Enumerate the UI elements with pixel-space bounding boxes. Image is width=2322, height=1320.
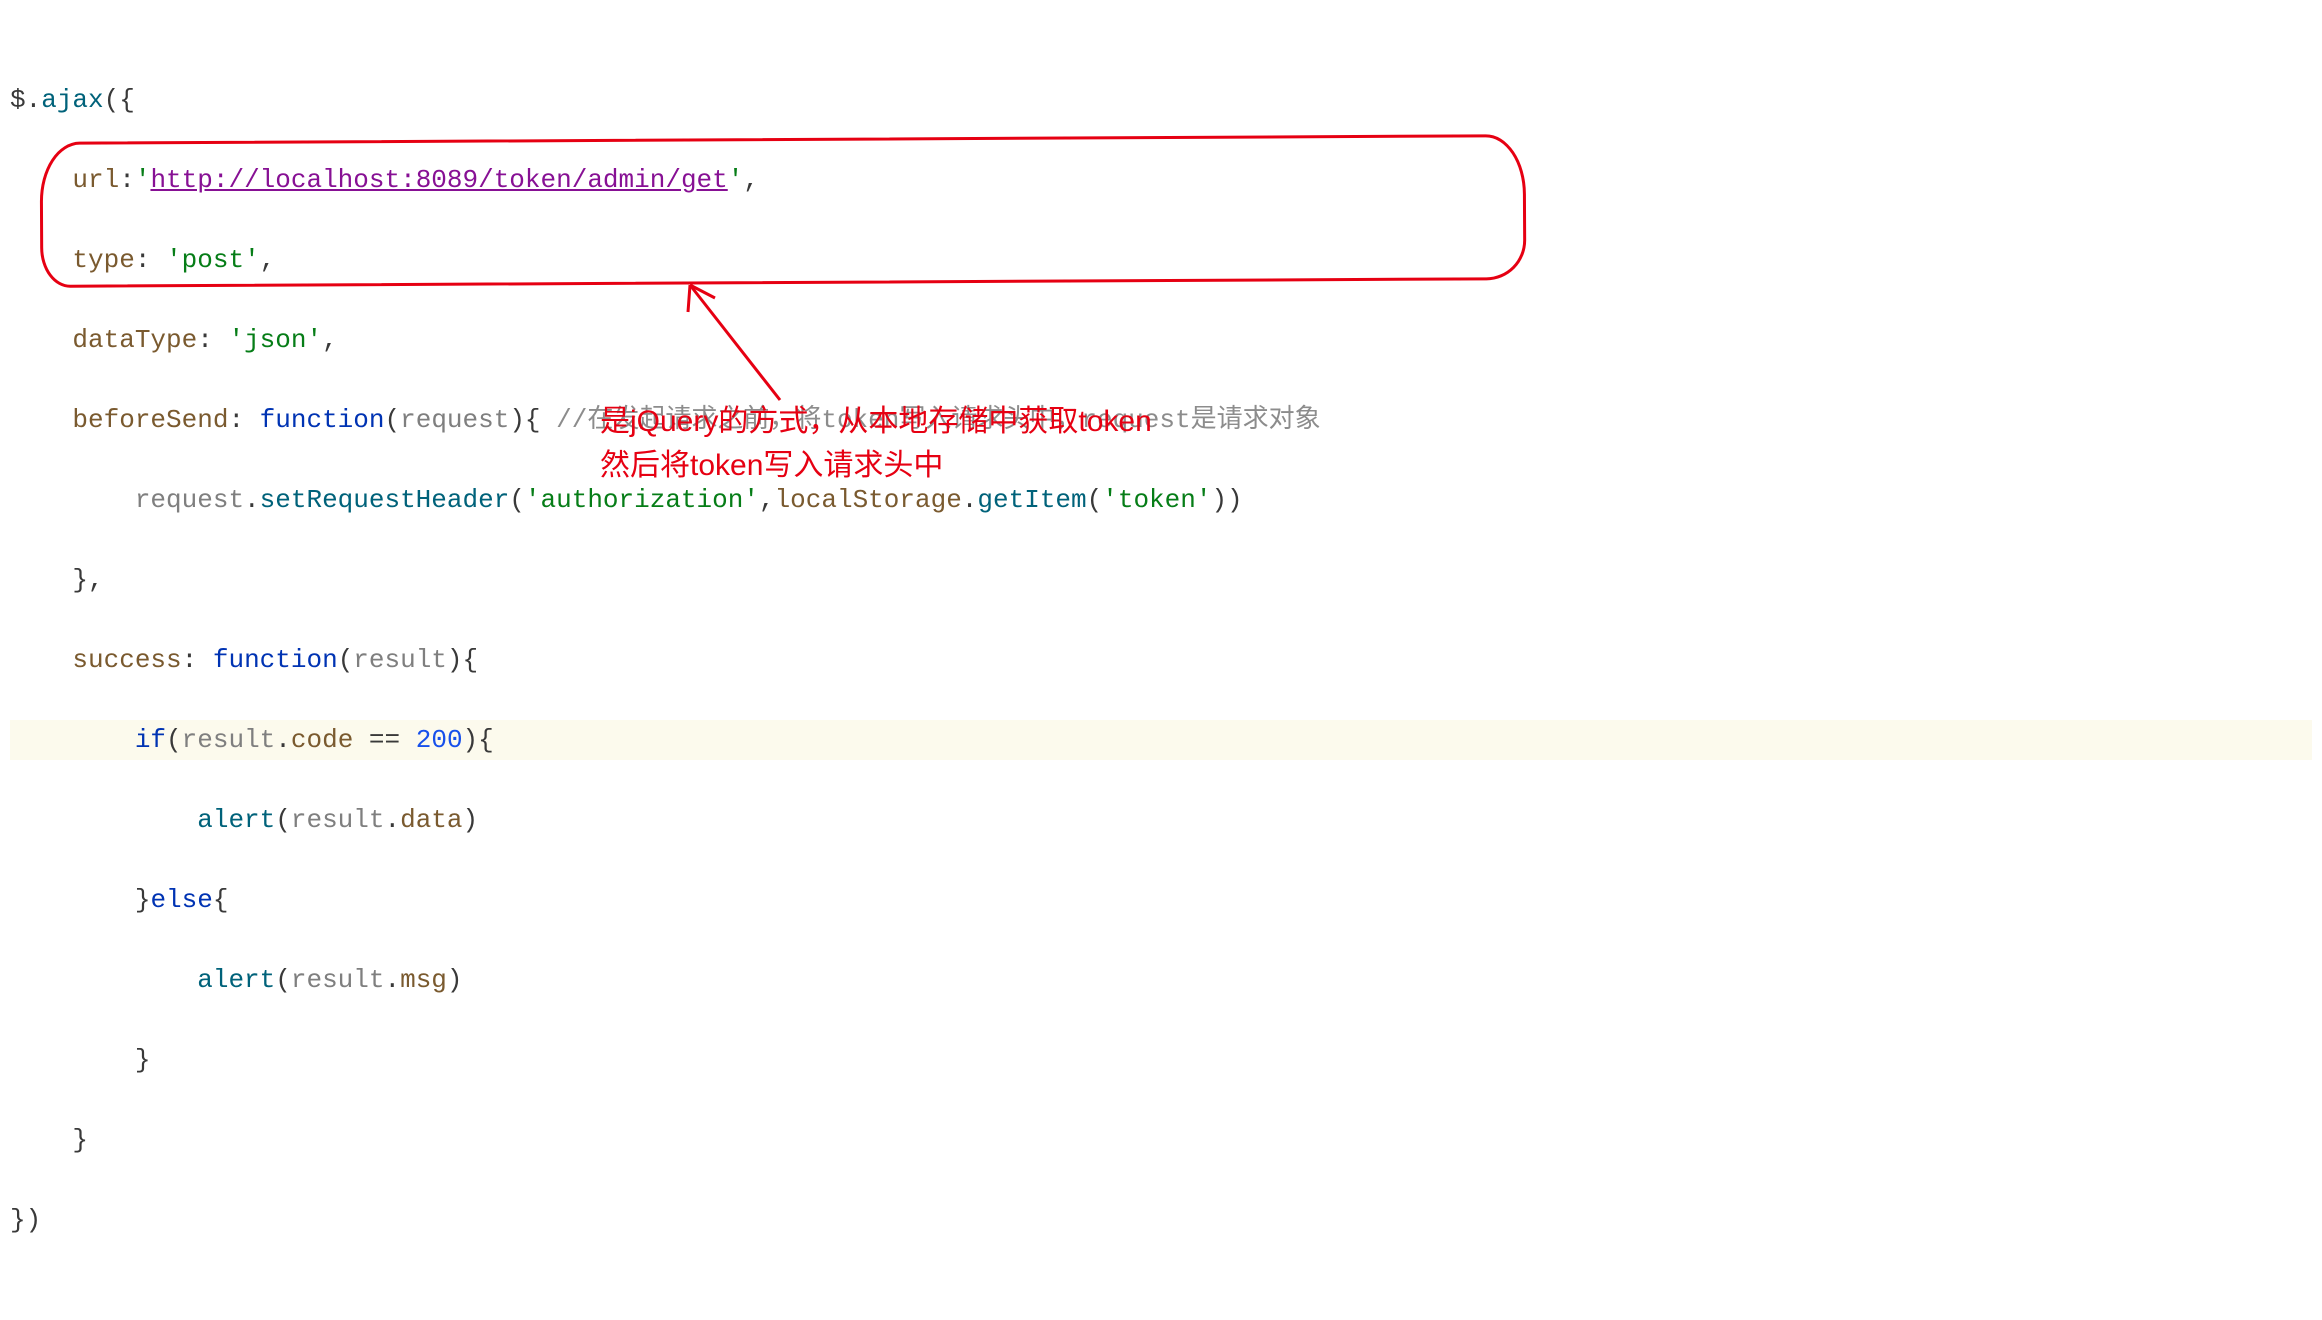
code-line: }, bbox=[10, 560, 2312, 600]
tok: result bbox=[353, 645, 447, 675]
tok: else bbox=[150, 885, 212, 915]
code-line: } bbox=[10, 1040, 2312, 1080]
tok: ) bbox=[463, 805, 479, 835]
tok: beforeSend bbox=[72, 405, 228, 435]
tok: ( bbox=[275, 965, 291, 995]
tok: } bbox=[10, 1045, 150, 1075]
tok: , bbox=[322, 325, 338, 355]
tok: result bbox=[182, 725, 276, 755]
tok bbox=[10, 165, 72, 195]
tok: ( bbox=[166, 725, 182, 755]
tok: success bbox=[72, 645, 181, 675]
tok: ( bbox=[385, 405, 401, 435]
code-line: } bbox=[10, 1120, 2312, 1160]
tok: , bbox=[743, 165, 759, 195]
tok: ' bbox=[728, 165, 744, 195]
code-line: alert(result.msg) bbox=[10, 960, 2312, 1000]
tok: alert bbox=[197, 805, 275, 835]
tok: )) bbox=[1211, 485, 1242, 515]
tok: result bbox=[291, 805, 385, 835]
tok: : bbox=[197, 325, 228, 355]
tok: request bbox=[135, 485, 244, 515]
tok: msg bbox=[400, 965, 447, 995]
tok: $. bbox=[10, 85, 41, 115]
code-line: }else{ bbox=[10, 880, 2312, 920]
tok: == bbox=[353, 725, 415, 755]
tok: code bbox=[291, 725, 353, 755]
tok: request bbox=[400, 405, 509, 435]
tok: ){ bbox=[463, 725, 494, 755]
tok: ( bbox=[338, 645, 354, 675]
tok bbox=[10, 725, 135, 755]
code-line: request.setRequestHeader('authorization'… bbox=[10, 480, 2312, 520]
tok bbox=[10, 405, 72, 435]
code-line: }) bbox=[10, 1200, 2312, 1240]
tok: }) bbox=[10, 1205, 41, 1235]
tok: } bbox=[10, 885, 150, 915]
tok: result bbox=[291, 965, 385, 995]
tok: dataType bbox=[72, 325, 197, 355]
tok: : bbox=[135, 245, 166, 275]
tok: : bbox=[119, 165, 135, 195]
tok: if bbox=[135, 725, 166, 755]
comment: //在发起请求之前，将token写入请求头中，request是请求对象 bbox=[556, 405, 1320, 435]
tok: . bbox=[275, 725, 291, 755]
code-line: beforeSend: function(request){ //在发起请求之前… bbox=[10, 400, 2312, 440]
tok: function bbox=[260, 405, 385, 435]
tok: { bbox=[213, 885, 229, 915]
code-line: type: 'post', bbox=[10, 240, 2312, 280]
tok: ' bbox=[135, 165, 151, 195]
tok: setRequestHeader bbox=[260, 485, 510, 515]
tok: function bbox=[213, 645, 338, 675]
tok: . bbox=[244, 485, 260, 515]
code-editor: $.ajax({ url:'http://localhost:8089/toke… bbox=[0, 0, 2322, 1320]
tok: 'post' bbox=[166, 245, 260, 275]
tok bbox=[10, 645, 72, 675]
tok: }, bbox=[10, 565, 104, 595]
tok bbox=[10, 245, 72, 275]
tok: getItem bbox=[977, 485, 1086, 515]
code-line: url:'http://localhost:8089/token/admin/g… bbox=[10, 160, 2312, 200]
tok: . bbox=[384, 805, 400, 835]
tok bbox=[10, 805, 197, 835]
tok: ajax bbox=[41, 85, 103, 115]
url-literal: http://localhost:8089/token/admin/get bbox=[150, 165, 727, 195]
tok: ( bbox=[275, 805, 291, 835]
tok bbox=[10, 965, 197, 995]
tok: . bbox=[962, 485, 978, 515]
tok: data bbox=[400, 805, 462, 835]
tok: . bbox=[384, 965, 400, 995]
tok: } bbox=[10, 1125, 88, 1155]
tok: ( bbox=[509, 485, 525, 515]
tok bbox=[10, 485, 135, 515]
tok: alert bbox=[197, 965, 275, 995]
tok: : bbox=[182, 645, 213, 675]
tok bbox=[10, 325, 72, 355]
tok: : bbox=[228, 405, 259, 435]
tok: , bbox=[260, 245, 276, 275]
tok: , bbox=[759, 485, 775, 515]
tok: 'authorization' bbox=[525, 485, 759, 515]
code-line: success: function(result){ bbox=[10, 640, 2312, 680]
code-line: dataType: 'json', bbox=[10, 320, 2312, 360]
code-line-highlight: if(result.code == 200){ bbox=[10, 720, 2312, 760]
tok: ( bbox=[1087, 485, 1103, 515]
tok: 'token' bbox=[1102, 485, 1211, 515]
code-line: $.ajax({ bbox=[10, 80, 2312, 120]
tok: ({ bbox=[104, 85, 135, 115]
tok: localStorage bbox=[775, 485, 962, 515]
tok: type bbox=[72, 245, 134, 275]
tok: ){ bbox=[509, 405, 556, 435]
tok: 'json' bbox=[228, 325, 322, 355]
tok: url bbox=[72, 165, 119, 195]
tok: ) bbox=[447, 965, 463, 995]
tok: 200 bbox=[416, 725, 463, 755]
code-line: alert(result.data) bbox=[10, 800, 2312, 840]
tok: ){ bbox=[447, 645, 478, 675]
